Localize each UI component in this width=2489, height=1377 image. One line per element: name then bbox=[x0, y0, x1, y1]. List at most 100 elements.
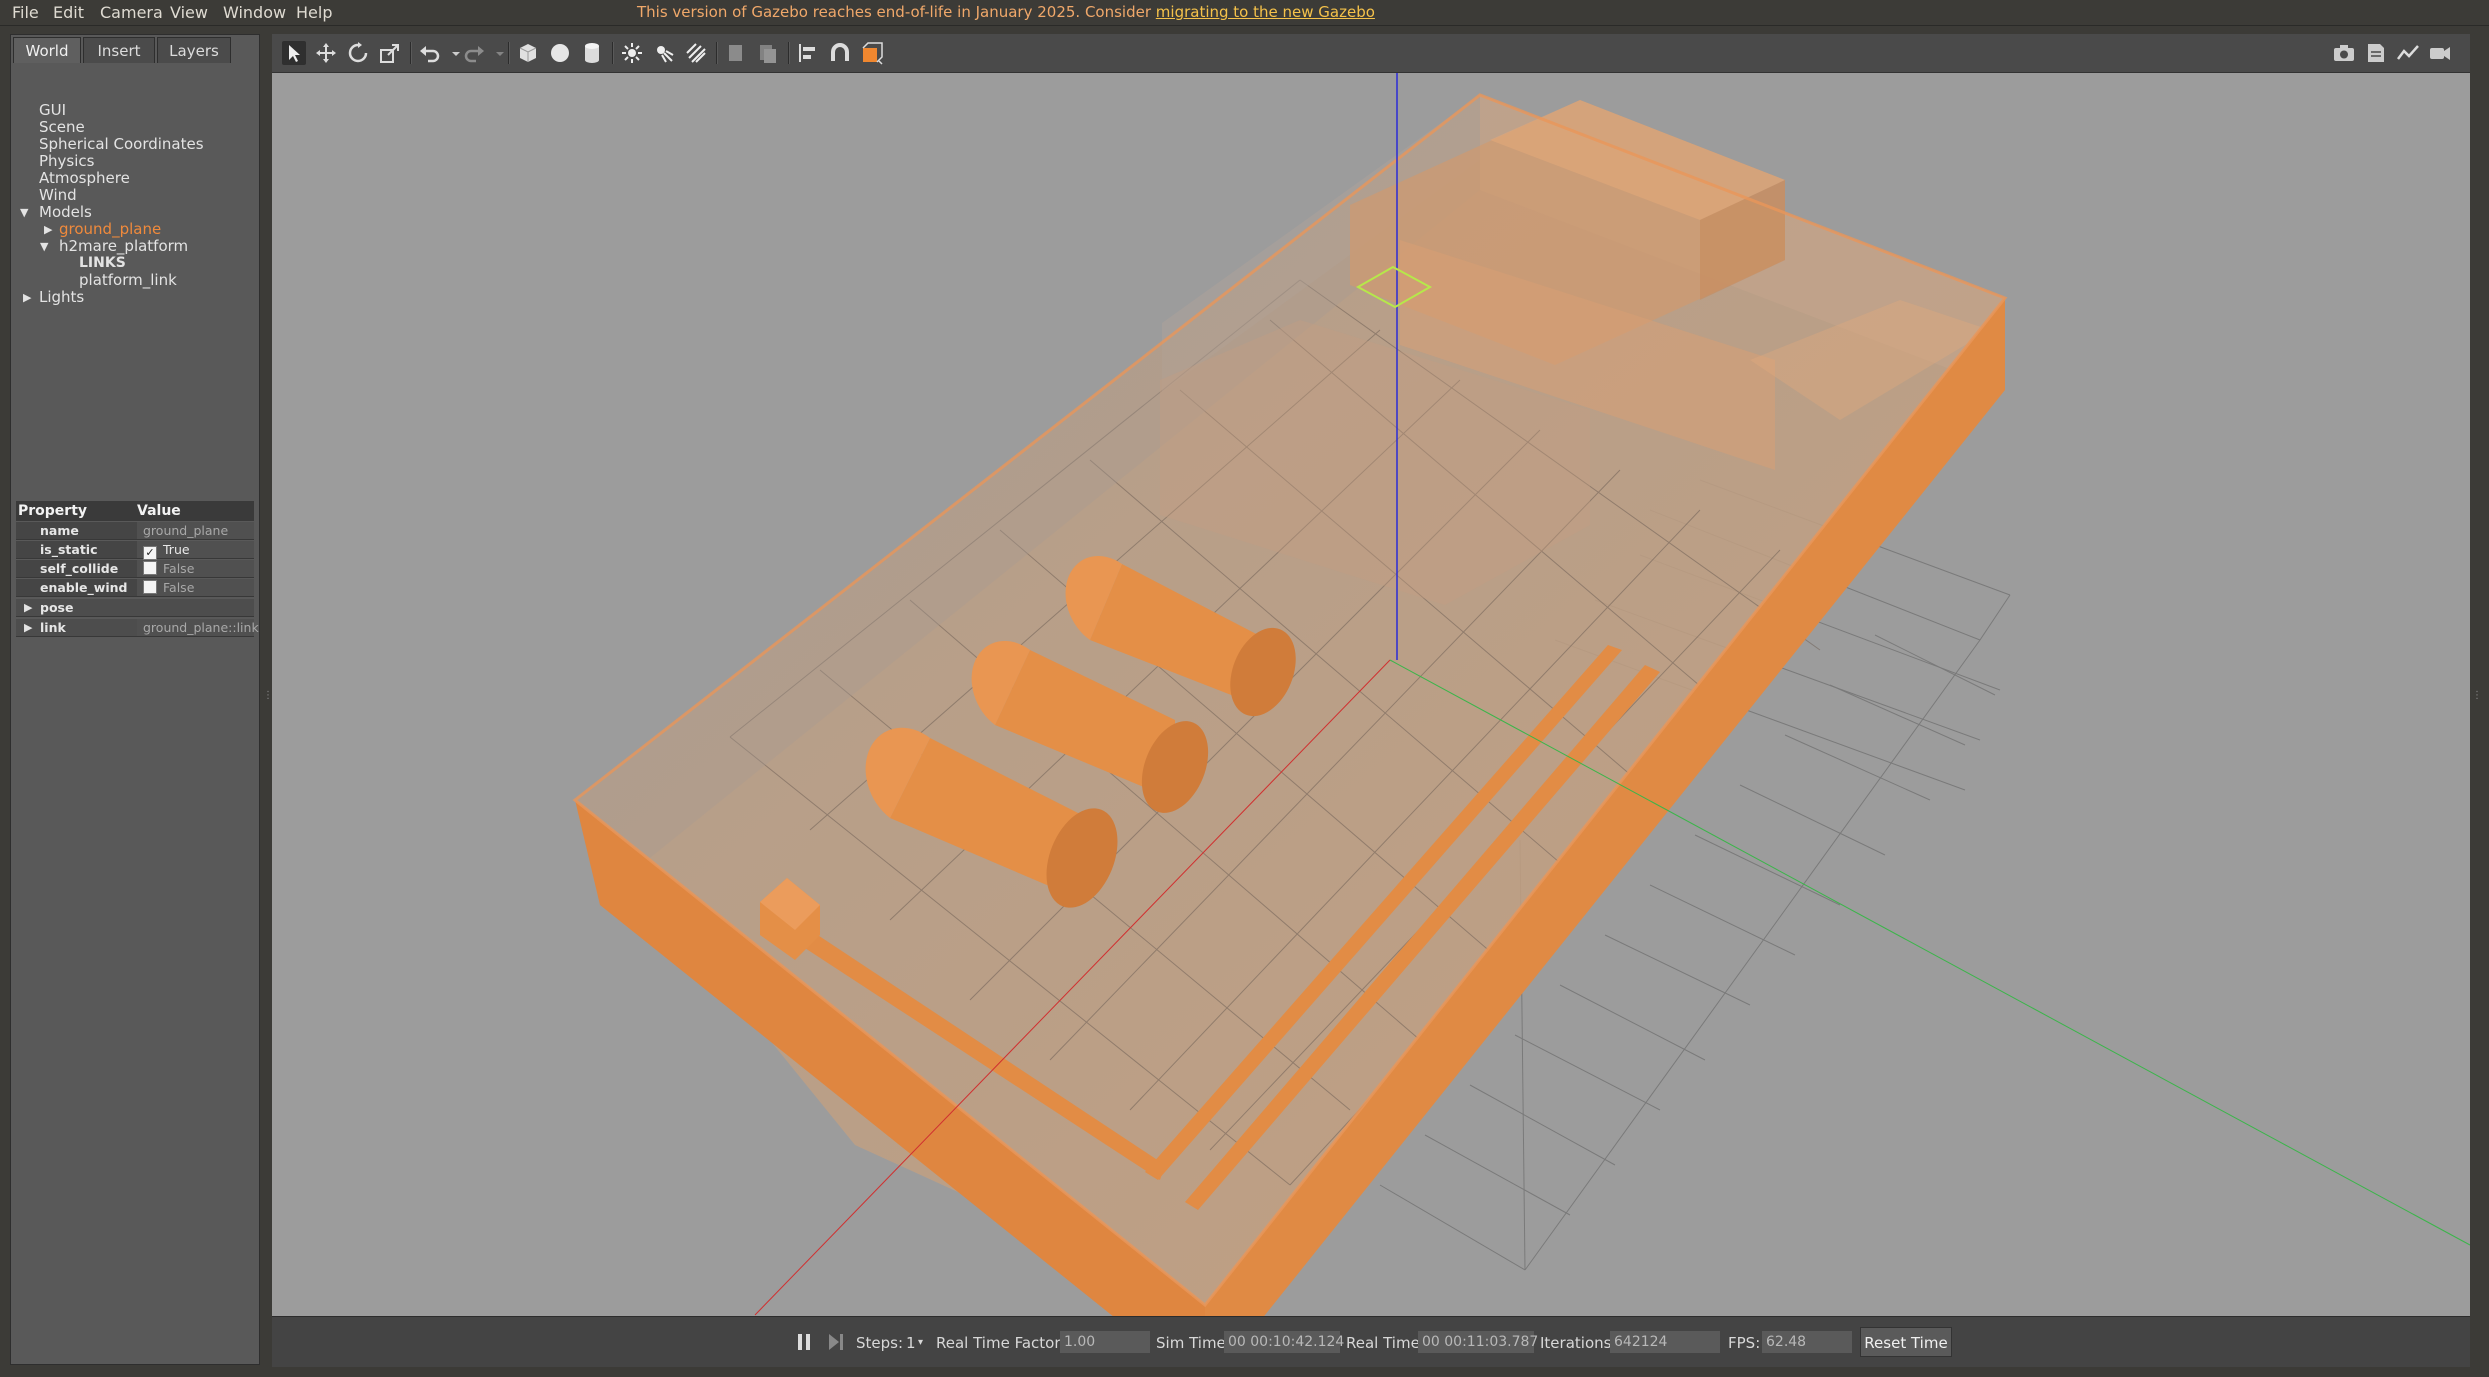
value-column-header: Value bbox=[137, 503, 181, 519]
real-time-label: Real Time: bbox=[1346, 1334, 1425, 1352]
tab-insert[interactable]: Insert bbox=[83, 37, 155, 63]
snap-icon bbox=[831, 43, 849, 61]
property-row-self-collide: self_collide False bbox=[16, 560, 254, 578]
expand-right-icon[interactable]: ▶ bbox=[44, 221, 52, 238]
tree-item-lights[interactable]: Lights bbox=[39, 289, 84, 306]
expand-right-icon[interactable]: ▶ bbox=[23, 289, 31, 306]
record-video-button[interactable] bbox=[2428, 41, 2452, 65]
undo-button[interactable] bbox=[418, 41, 442, 65]
h2mare-platform-model[interactable] bbox=[572, 73, 2470, 1316]
undo-history-dropdown[interactable] bbox=[444, 41, 460, 65]
step-button[interactable] bbox=[824, 1330, 848, 1354]
rotate-icon bbox=[348, 42, 368, 63]
tab-layers[interactable]: Layers bbox=[157, 37, 231, 63]
tree-item-models[interactable]: Models bbox=[39, 204, 92, 221]
tree-item-wind[interactable]: Wind bbox=[39, 187, 77, 204]
translate-icon bbox=[316, 43, 336, 63]
box-shape-button[interactable] bbox=[516, 41, 540, 65]
tree-item-physics[interactable]: Physics bbox=[39, 153, 94, 170]
pause-icon bbox=[798, 1334, 810, 1350]
tree-item-scene[interactable]: Scene bbox=[39, 119, 85, 136]
align-icon bbox=[799, 44, 815, 62]
scale-mode-button[interactable] bbox=[378, 41, 402, 65]
property-value: False bbox=[163, 580, 195, 595]
property-row-pose[interactable]: ▶ pose bbox=[16, 599, 254, 617]
reset-time-button[interactable]: Reset Time bbox=[1860, 1327, 1952, 1357]
snap-button[interactable] bbox=[828, 41, 852, 65]
property-key: pose bbox=[40, 600, 74, 615]
record-icon bbox=[2430, 47, 2450, 60]
menu-file[interactable]: File bbox=[12, 3, 39, 22]
enable-wind-checkbox[interactable] bbox=[143, 580, 157, 594]
rotate-mode-button[interactable] bbox=[346, 41, 370, 65]
view-angle-button[interactable] bbox=[860, 41, 884, 65]
property-row-name: name ground_plane bbox=[16, 522, 254, 540]
expand-right-icon[interactable]: ▶ bbox=[24, 619, 32, 636]
plot-button[interactable] bbox=[2396, 41, 2420, 65]
sphere-shape-button[interactable] bbox=[548, 41, 572, 65]
chevron-down-icon[interactable]: ▾ bbox=[918, 1337, 923, 1348]
property-value: True bbox=[163, 542, 190, 557]
expand-down-icon[interactable]: ▼ bbox=[20, 204, 28, 221]
property-row-link[interactable]: ▶ link ground_plane::link bbox=[16, 619, 259, 637]
toolbar bbox=[272, 34, 2470, 73]
box-icon bbox=[519, 44, 537, 62]
point-light-icon bbox=[622, 43, 642, 63]
menu-help[interactable]: Help bbox=[296, 3, 332, 22]
paste-icon bbox=[760, 45, 776, 63]
tree-item-h2mare-platform[interactable]: h2mare_platform bbox=[59, 238, 188, 255]
property-header: Property Value bbox=[16, 501, 254, 521]
cylinder-shape-button[interactable] bbox=[580, 41, 604, 65]
screenshot-icon bbox=[2334, 45, 2354, 61]
tree-item-gui[interactable]: GUI bbox=[39, 102, 66, 119]
expand-down-icon[interactable]: ▼ bbox=[40, 238, 48, 255]
property-key: name bbox=[40, 523, 79, 538]
log-button[interactable] bbox=[2364, 41, 2388, 65]
directional-light-button[interactable] bbox=[684, 41, 708, 65]
view-angle-icon bbox=[862, 42, 883, 65]
tree-item-spherical-coordinates[interactable]: Spherical Coordinates bbox=[39, 136, 204, 153]
redo-history-dropdown[interactable] bbox=[488, 41, 504, 65]
scene-render[interactable] bbox=[272, 73, 2470, 1316]
redo-button[interactable] bbox=[462, 41, 486, 65]
paste-button[interactable] bbox=[756, 41, 780, 65]
translate-mode-button[interactable] bbox=[314, 41, 338, 65]
property-value[interactable]: ground_plane bbox=[137, 522, 254, 539]
migration-link[interactable]: migrating to the new Gazebo bbox=[1156, 3, 1375, 21]
menu-edit[interactable]: Edit bbox=[53, 3, 84, 22]
left-splitter-handle[interactable]: ⋮ bbox=[263, 690, 273, 708]
eol-notice: This version of Gazebo reaches end-of-li… bbox=[637, 3, 1375, 21]
menu-camera[interactable]: Camera bbox=[100, 3, 163, 22]
expand-right-icon[interactable]: ▶ bbox=[24, 599, 32, 616]
world-tree: GUI Scene Spherical Coordinates Physics … bbox=[11, 65, 259, 535]
property-value: False bbox=[163, 561, 195, 576]
tree-item-platform-link[interactable]: platform_link bbox=[79, 272, 177, 289]
spot-light-button[interactable] bbox=[652, 41, 676, 65]
fps-label: FPS: bbox=[1728, 1334, 1761, 1352]
tree-item-ground-plane[interactable]: ground_plane bbox=[59, 221, 161, 238]
menu-window[interactable]: Window bbox=[223, 3, 286, 22]
tab-world[interactable]: World bbox=[13, 37, 81, 63]
align-button[interactable] bbox=[796, 41, 820, 65]
real-time-factor-value: 1.00 bbox=[1060, 1331, 1150, 1353]
iterations-label: Iterations: bbox=[1540, 1334, 1617, 1352]
real-time-factor-label: Real Time Factor: bbox=[936, 1334, 1066, 1352]
tree-item-atmosphere[interactable]: Atmosphere bbox=[39, 170, 130, 187]
right-splitter-handle[interactable]: ⋮ bbox=[2472, 690, 2482, 708]
is-static-checkbox[interactable]: ✓ bbox=[143, 546, 157, 560]
copy-icon bbox=[729, 45, 742, 61]
self-collide-checkbox[interactable] bbox=[143, 561, 157, 575]
pause-button[interactable] bbox=[792, 1330, 816, 1354]
sphere-icon bbox=[551, 44, 569, 62]
real-time-value: 00 00:11:03.787 bbox=[1418, 1331, 1538, 1353]
directional-light-icon bbox=[686, 43, 706, 63]
steps-spinner[interactable]: 1 bbox=[906, 1334, 916, 1352]
select-mode-button[interactable] bbox=[282, 41, 306, 65]
eol-notice-text: This version of Gazebo reaches end-of-li… bbox=[637, 3, 1156, 21]
sim-time-value: 00 00:10:42.124 bbox=[1224, 1331, 1344, 1353]
screenshot-button[interactable] bbox=[2332, 41, 2356, 65]
point-light-button[interactable] bbox=[620, 41, 644, 65]
menu-view[interactable]: View bbox=[170, 3, 208, 22]
copy-button[interactable] bbox=[724, 41, 748, 65]
scene-viewport[interactable] bbox=[272, 73, 2470, 1316]
